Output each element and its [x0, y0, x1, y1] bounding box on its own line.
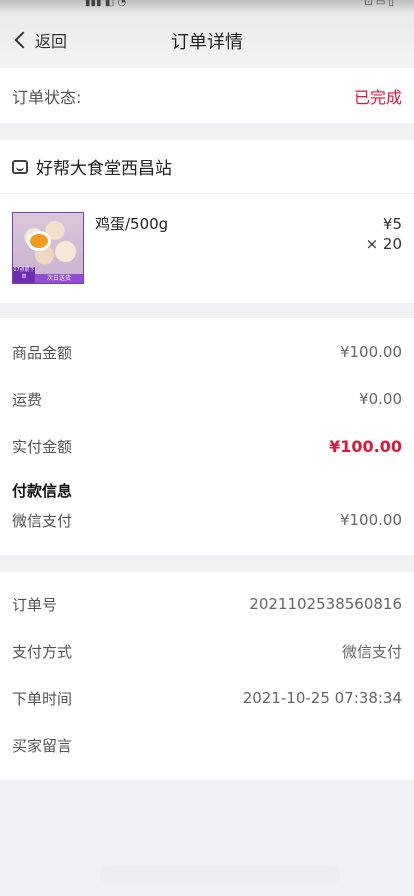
store-icon: [12, 159, 28, 174]
wechat-pay-value: ¥100.00: [339, 511, 402, 529]
order-number-value[interactable]: 2021102538560816: [249, 595, 402, 613]
order-status-badge: 已完成: [353, 87, 402, 107]
wechat-pay-row: 微信支付 ¥100.00: [12, 504, 402, 536]
divider: [0, 193, 414, 194]
payment-method-label: 支付方式: [12, 642, 73, 661]
payment-method-value: 微信支付: [341, 642, 402, 661]
paid-amount-row: 实付金额 ¥100.00: [12, 430, 402, 462]
store-header[interactable]: 好帮大食堂西昌站: [12, 154, 172, 179]
payment-info-title: 付款信息: [12, 482, 73, 500]
order-status-row: 订单状态: 已完成: [12, 68, 402, 123]
product-name[interactable]: 鸡蛋/500g: [95, 213, 168, 234]
store-name: 好帮大食堂西昌站: [36, 159, 172, 179]
navigation-bar: 返回 订单详情: [0, 12, 414, 66]
order-info-card: 订单号 2021102538560816 支付方式 微信支付 下单时间 2021…: [0, 572, 414, 780]
paid-amount-label: 实付金额: [12, 437, 73, 456]
product-image[interactable]: 17点前下单 次日送货: [12, 212, 84, 284]
order-status-card: 订单状态: 已完成: [0, 68, 414, 123]
order-time-row: 下单时间 2021-10-25 07:38:34: [12, 682, 402, 714]
product-quantity: × 20: [365, 235, 402, 253]
shipping-value: ¥0.00: [359, 390, 402, 408]
goods-amount-value: ¥100.00: [339, 343, 402, 361]
goods-amount-row: 商品金额 ¥100.00: [12, 336, 402, 368]
amount-card: 商品金额 ¥100.00 运费 ¥0.00 实付金额 ¥100.00 付款信息 …: [0, 318, 414, 555]
shipping-label: 运费: [12, 390, 43, 409]
watermark: [100, 866, 340, 884]
order-time-label: 下单时间: [12, 689, 73, 708]
shipping-row: 运费 ¥0.00: [12, 383, 402, 415]
buyer-message-label: 买家留言: [12, 736, 73, 755]
product-price: ¥5: [382, 215, 402, 233]
order-time-value: 2021-10-25 07:38:34: [242, 689, 402, 707]
wechat-pay-label: 微信支付: [12, 511, 73, 530]
order-number-label: 订单号: [12, 595, 58, 614]
order-number-row: 订单号 2021102538560816: [12, 588, 402, 620]
egg-yolk-image: [27, 231, 51, 251]
paid-amount-value: ¥100.00: [329, 436, 402, 456]
store-card: 好帮大食堂西昌站 17点前下单 次日送货 鸡蛋/500g ¥5 × 20: [0, 140, 414, 303]
order-status-label: 订单状态:: [12, 87, 82, 107]
system-status-bar: ▮▮▮ ◧ ◔ ⊡ ▭ ▯: [0, 0, 414, 12]
battery-icon: ⊡ ▭ ▯: [364, 0, 394, 8]
signal-icon: ▮▮▮ ◧ ◔: [85, 0, 127, 8]
page-title: 订单详情: [171, 32, 243, 53]
product-price-block: ¥5 × 20: [366, 214, 402, 254]
buyer-message-row: 买家留言: [12, 729, 402, 761]
delivery-badge: 次日送货: [35, 274, 83, 283]
goods-amount-label: 商品金额: [12, 343, 73, 362]
order-deadline-badge: 17点前下单: [13, 267, 35, 283]
payment-method-row: 支付方式 微信支付: [12, 635, 402, 667]
